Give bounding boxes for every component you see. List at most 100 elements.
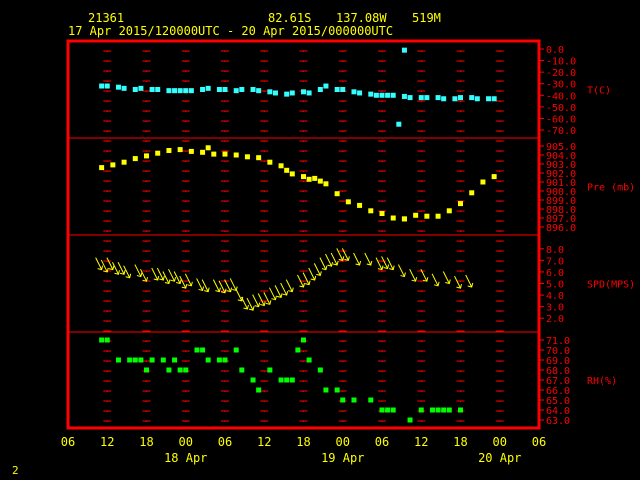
wind-arrow xyxy=(442,271,451,285)
wind-arrow-shaft xyxy=(375,257,383,270)
y-tick-label: -10.0 xyxy=(546,57,576,68)
pressure-point xyxy=(110,162,116,168)
wind-arrow xyxy=(465,274,474,288)
pressure-point xyxy=(233,152,239,158)
pressure-point xyxy=(357,202,363,208)
pressure-point xyxy=(334,191,340,197)
rh-point xyxy=(250,377,256,383)
rh-point xyxy=(132,357,138,363)
temperature-point xyxy=(441,96,447,102)
pressure-point xyxy=(458,201,463,207)
rh-point xyxy=(127,357,133,363)
temperature-point xyxy=(306,90,312,96)
temperature-point xyxy=(379,92,385,98)
wind-arrow-shaft xyxy=(319,257,327,270)
temperature-point xyxy=(239,87,245,92)
rh-point xyxy=(458,407,463,413)
pressure-point xyxy=(188,148,194,154)
x-tick-label: 06 xyxy=(61,435,75,449)
rh-point xyxy=(284,377,290,383)
wind-arrow-shaft xyxy=(184,273,192,287)
y-tick-label: 3.0 xyxy=(546,303,564,314)
x-tick-label: 12 xyxy=(257,435,271,449)
temperature-point xyxy=(99,83,105,89)
temperature-point xyxy=(104,83,110,89)
wind-arrow xyxy=(95,257,104,271)
temperature-point xyxy=(115,84,121,90)
rh-point xyxy=(351,397,357,403)
wind-arrow xyxy=(364,252,373,266)
x-tick-label: 18 xyxy=(139,435,153,449)
y-tick-label: -50.0 xyxy=(546,103,576,114)
rh-point xyxy=(104,337,110,343)
rh-point xyxy=(368,397,374,403)
temperature-point xyxy=(222,87,228,92)
pressure-point xyxy=(317,178,323,184)
panel-label: Pre (mb) xyxy=(587,183,635,194)
temperature-point xyxy=(396,121,402,127)
wind-arrow-shaft xyxy=(465,274,473,288)
rh-point xyxy=(216,357,222,363)
y-tick-label: -30.0 xyxy=(546,80,576,91)
wind-arrow xyxy=(302,272,311,286)
y-tick-label: 0.0 xyxy=(546,45,564,56)
pressure-point xyxy=(289,171,295,177)
pressure-point xyxy=(200,149,206,155)
x-date-label: 18 Apr xyxy=(164,451,207,465)
temperature-point xyxy=(418,95,424,101)
wind-arrow xyxy=(353,252,362,266)
wind-arrow xyxy=(397,264,406,278)
temperature-point xyxy=(373,92,379,98)
pressure-point xyxy=(121,159,127,165)
wind-arrow-shaft xyxy=(151,267,159,281)
x-tick-label: 18 xyxy=(296,435,310,449)
rh-point xyxy=(379,407,385,413)
meteogram-chart: 06 12 18 00 06 12 18 00 06 12 18 00 06 18 Apr 19 Apr 20… xyxy=(61,39,635,465)
rh-point xyxy=(144,367,149,373)
panel-label: T(C) xyxy=(587,86,611,97)
wind-arrow xyxy=(454,275,462,289)
wind-arrow-shaft xyxy=(95,257,103,270)
pressure-point xyxy=(345,199,351,205)
x-tick-label: 06 xyxy=(532,435,546,449)
wind-arrow-shaft xyxy=(409,268,417,282)
rh-point xyxy=(233,347,239,353)
rh-point xyxy=(334,387,340,393)
rh-point xyxy=(390,407,396,413)
wind-arrow xyxy=(325,253,334,267)
temperature-point xyxy=(205,85,211,91)
rh-point xyxy=(340,397,346,403)
rh-point xyxy=(166,367,172,373)
wind-arrow-shaft xyxy=(397,264,405,277)
pressure-point xyxy=(211,151,217,157)
pressure-point xyxy=(99,165,105,171)
panel-label: SPD(MPS) xyxy=(587,280,635,291)
temperature-point xyxy=(177,88,183,94)
temperature-point xyxy=(289,90,295,96)
rh-point xyxy=(256,387,262,393)
y-tick-label: 7.0 xyxy=(546,256,564,267)
y-tick-label: 63.0 xyxy=(546,416,570,427)
rh-point xyxy=(435,407,441,413)
temperature-point xyxy=(368,91,374,97)
wind-arrow-shaft xyxy=(240,296,248,310)
pressure-point xyxy=(379,211,385,216)
temperature-point xyxy=(172,88,178,94)
temperature-point xyxy=(132,87,138,92)
pressure-point xyxy=(368,208,374,214)
rh-point xyxy=(289,377,295,383)
wind-arrow xyxy=(375,257,384,271)
pressure-point xyxy=(301,174,306,180)
pressure-point xyxy=(278,163,284,169)
wind-arrow xyxy=(431,273,440,287)
rh-point xyxy=(407,417,413,423)
temperature-point xyxy=(301,89,306,95)
rh-point xyxy=(385,407,391,413)
y-tick-label: 896.0 xyxy=(546,223,576,234)
wind-arrow-shaft xyxy=(431,273,439,287)
temperature-point xyxy=(188,88,194,94)
rh-point xyxy=(177,367,183,373)
x-tick-label: 00 xyxy=(493,435,507,449)
x-tick-label: 12 xyxy=(100,435,114,449)
wind-arrow-shaft xyxy=(353,252,361,266)
